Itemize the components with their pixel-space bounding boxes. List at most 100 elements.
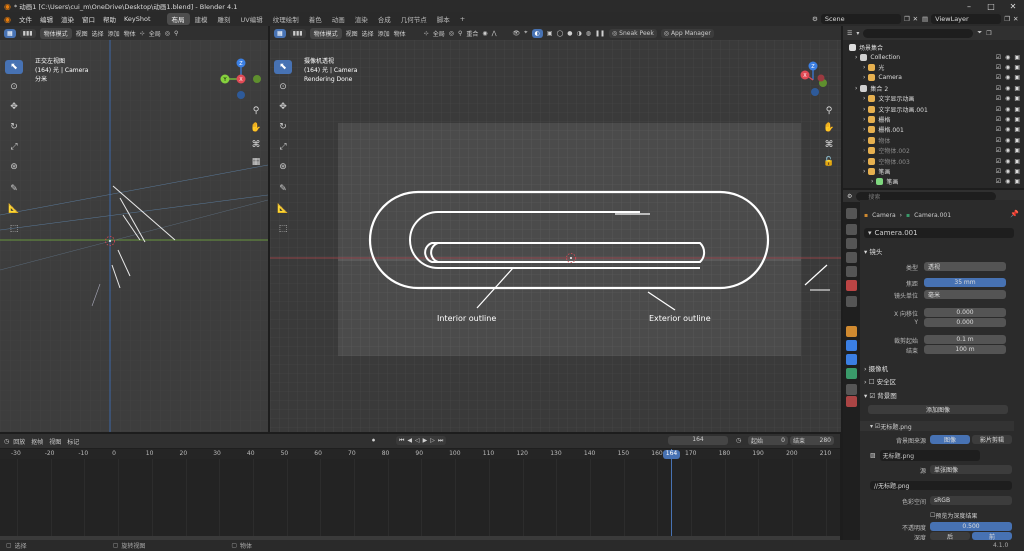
timeline-track[interactable] — [0, 459, 840, 536]
playhead-line[interactable] — [670, 449, 672, 536]
viewlayer-copy-icon[interactable]: ❐ — [1004, 15, 1010, 23]
camera-viewport[interactable]: Interior outline Exterior outline ⬉ ⊙ ✥ … — [270, 40, 841, 432]
checkbox-icon[interactable]: ☑ — [996, 95, 1001, 102]
pause-icon[interactable]: ❚❚ — [595, 30, 605, 37]
expand-chevron-icon[interactable]: › — [855, 85, 857, 92]
tab-object-icon[interactable] — [846, 326, 857, 337]
outliner-row[interactable]: › Camera ☑ ◉ ▣ — [843, 73, 1024, 83]
annotate-tool[interactable]: ✎ — [5, 182, 23, 196]
rotate-tool[interactable]: ↻ — [274, 120, 292, 134]
viewlayer-name[interactable]: ViewLayer — [931, 14, 1002, 24]
camera-render-icon[interactable]: ▣ — [1014, 95, 1020, 102]
select-mode-icon[interactable]: ▮▮▮ — [289, 28, 306, 38]
expand-chevron-icon[interactable]: › — [871, 178, 873, 185]
outliner-editor-icon[interactable]: ☰ — [847, 30, 852, 37]
eye-icon[interactable]: ◉ — [1005, 147, 1010, 154]
camera-section-header[interactable]: › 摄像机 — [864, 363, 888, 373]
eye-icon[interactable]: ◉ — [1005, 85, 1010, 92]
close-icon[interactable]: ✕ — [1002, 0, 1024, 12]
menu-view[interactable]: 视图 — [346, 29, 358, 38]
outliner-row[interactable]: › 文字显示动画 ☑ ◉ ▣ — [843, 94, 1024, 104]
tab-animation[interactable]: 动画 — [327, 13, 350, 25]
menu-object[interactable]: 物体 — [124, 29, 136, 38]
opacity-slider[interactable]: 0.500 — [930, 522, 1012, 531]
transform-tool[interactable]: ⊛ — [5, 160, 23, 174]
expand-chevron-icon[interactable]: › — [863, 74, 865, 81]
menu-view[interactable]: 视图 — [76, 29, 88, 38]
tab-geometry-nodes[interactable]: 几何节点 — [396, 13, 432, 25]
camera-data-browse-icon[interactable]: ▾ — [868, 229, 872, 237]
scene-name[interactable]: Scene — [820, 14, 901, 24]
tab-tool-icon[interactable] — [846, 208, 857, 219]
menu-edit[interactable]: 编辑 — [36, 14, 57, 24]
overlay-toggle-icon[interactable]: ◐ — [531, 28, 543, 38]
outliner-row[interactable]: › 空物体.003 ☑ ◉ ▣ — [843, 156, 1024, 166]
new-collection-icon[interactable]: ❐ — [986, 30, 991, 37]
checkbox-icon[interactable]: ☑ — [996, 158, 1001, 165]
cursor-tool[interactable]: ⊙ — [5, 80, 23, 94]
scene-copy-icon[interactable]: ❐ — [904, 15, 910, 23]
current-frame-field[interactable]: 164 — [668, 436, 728, 445]
camera-data-name[interactable]: Camera.001 — [875, 229, 918, 237]
blender-menu-icon[interactable]: ◉ — [4, 15, 11, 24]
colorspace-dropdown[interactable]: sRGB — [930, 496, 1012, 505]
image-datablock-name[interactable]: 无标题.png — [879, 449, 980, 461]
tab-texture-paint[interactable]: 纹理绘制 — [268, 13, 304, 25]
checkbox-icon[interactable]: ☑ — [996, 54, 1001, 61]
move-tool[interactable]: ✥ — [274, 100, 292, 114]
camera-view-icon[interactable]: ⌘ — [249, 138, 263, 152]
eye-icon[interactable]: ◉ — [1005, 168, 1010, 175]
pivot-icon[interactable]: ◎ — [449, 30, 454, 37]
mode-dropdown[interactable]: 物体模式 — [39, 27, 72, 39]
filepath-field[interactable]: //无标题.png — [870, 481, 1012, 490]
expand-chevron-icon[interactable]: › — [863, 95, 865, 102]
image-browse-icon[interactable]: ▨ — [870, 452, 876, 459]
measure-tool[interactable]: 📐 — [274, 202, 292, 216]
camera-render-icon[interactable]: ▣ — [1014, 168, 1020, 175]
camera-render-icon[interactable]: ▣ — [1014, 126, 1020, 133]
camera-render-icon[interactable]: ▣ — [1014, 147, 1020, 154]
sneak-peek-button[interactable]: ◎ Sneak Peek — [609, 28, 657, 38]
minimize-icon[interactable]: – — [958, 0, 980, 12]
tab-sculpting[interactable]: 雕刻 — [213, 13, 236, 25]
menu-view[interactable]: 视图 — [49, 437, 61, 446]
start-frame-field[interactable]: 起始 0 — [748, 436, 788, 445]
outliner-row[interactable]: › 空物体.002 ☑ ◉ ▣ — [843, 146, 1024, 156]
shading-rendered-icon[interactable]: ◍ — [586, 30, 591, 37]
cursor-tool[interactable]: ⊙ — [274, 80, 292, 94]
axis-gizmo[interactable]: Z X — [793, 60, 833, 100]
menu-window[interactable]: 窗口 — [78, 14, 99, 24]
expand-chevron-icon[interactable]: › — [863, 137, 865, 144]
source-image-button[interactable]: 图像 — [930, 435, 970, 444]
checkbox-icon[interactable]: ☑ — [996, 178, 1001, 185]
rotate-tool[interactable]: ↻ — [5, 120, 23, 134]
tab-constraints-icon[interactable] — [846, 384, 857, 395]
camera-data-selector[interactable]: ▾ Camera.001 — [864, 228, 1014, 238]
tab-output-icon[interactable] — [846, 238, 857, 249]
bg-image-item[interactable]: ▾ ☑ 无标题.png — [860, 421, 1014, 431]
eye-icon[interactable]: ◉ — [1005, 158, 1010, 165]
snap-icon[interactable]: ⚲ — [174, 30, 178, 37]
eye-icon[interactable]: ◉ — [1005, 116, 1010, 123]
checkbox-icon[interactable]: ☑ — [996, 116, 1001, 123]
eye-icon[interactable]: ◉ — [1005, 74, 1010, 81]
pin-icon[interactable]: 📌 — [1010, 210, 1019, 218]
transform-tool[interactable]: ⊛ — [274, 160, 292, 174]
camera-render-icon[interactable]: ▣ — [1014, 74, 1020, 81]
measure-tool[interactable]: 📐 — [5, 202, 23, 216]
tab-world-icon[interactable] — [846, 280, 857, 291]
camera-render-icon[interactable]: ▣ — [1014, 178, 1020, 185]
add-cube-tool[interactable]: ⬚ — [274, 222, 292, 236]
camera-render-icon[interactable]: ▣ — [1014, 85, 1020, 92]
scale-tool[interactable]: ⤢ — [5, 140, 23, 154]
tab-texture-icon[interactable] — [846, 396, 857, 407]
checkbox-icon[interactable]: ☑ — [996, 85, 1001, 92]
source-type-dropdown[interactable]: 单张图像 — [930, 465, 1012, 474]
outliner-row[interactable]: › Collection ☑ ◉ ▣ — [843, 52, 1024, 62]
checkbox-icon[interactable]: ☑ — [996, 126, 1001, 133]
tab-physics-icon[interactable] — [846, 354, 857, 365]
eye-icon[interactable]: ◉ — [1005, 126, 1010, 133]
checkbox-icon[interactable]: ☑ — [996, 147, 1001, 154]
expand-chevron-icon[interactable]: › — [863, 158, 865, 165]
jump-start-icon[interactable]: ⏮ — [399, 437, 404, 445]
